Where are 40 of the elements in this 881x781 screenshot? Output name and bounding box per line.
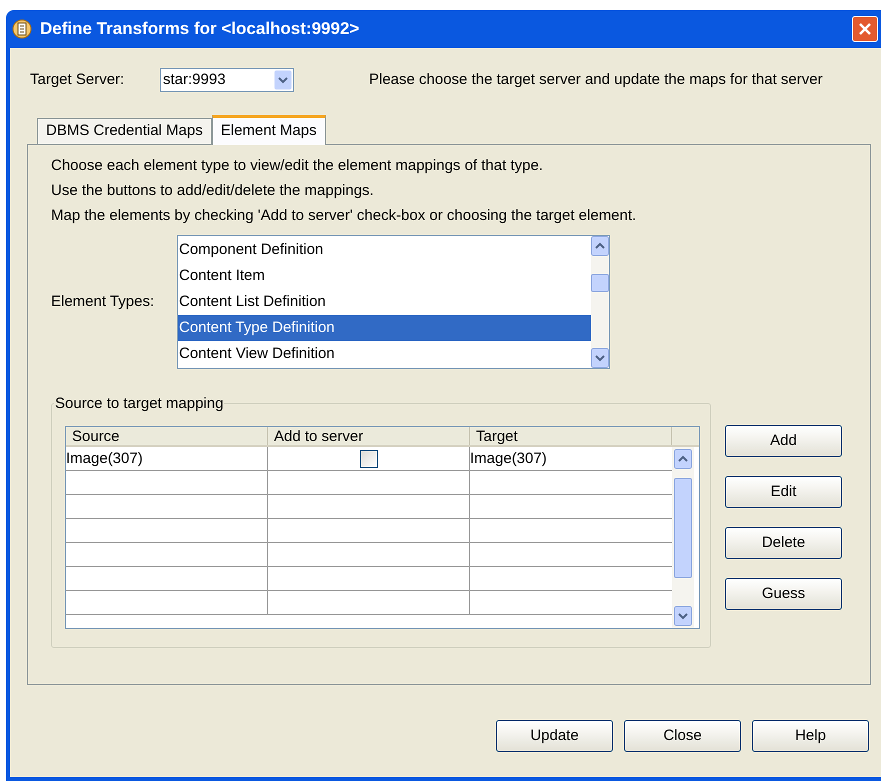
dialog-button[interactable]: Update [496, 720, 613, 752]
column-header[interactable]: Add to server [268, 427, 470, 445]
chevron-down-icon [274, 70, 292, 90]
list-item[interactable]: Component Definition [178, 237, 591, 263]
checkbox[interactable] [360, 450, 378, 468]
window-title: Define Transforms for <localhost:9992> [40, 18, 360, 40]
list-item[interactable]: Content Item [178, 263, 591, 289]
close-icon [858, 22, 872, 36]
instruction-text: Choose each element type to view/edit the element mappings of that type. [51, 156, 544, 176]
column-header[interactable]: Target [470, 427, 672, 445]
chevron-down-icon[interactable] [674, 606, 692, 626]
server-dropdown[interactable]: star:9993 [160, 68, 294, 92]
list-item[interactable]: Content List Definition [178, 289, 591, 315]
dialog-button[interactable]: Edit [725, 476, 842, 508]
tab[interactable]: DBMS Credential Maps [37, 118, 212, 144]
dialog-button[interactable]: Help [752, 720, 869, 752]
chevron-up-icon[interactable] [674, 449, 692, 469]
scrollbar-thumb[interactable] [591, 274, 609, 292]
scrollbar[interactable] [591, 236, 609, 368]
column-header[interactable]: Source [66, 427, 268, 445]
field-label: Element Types: [51, 292, 156, 312]
scrollbar[interactable] [672, 447, 694, 628]
field-label: Target Server: [29, 70, 126, 90]
tab[interactable]: Element Maps [212, 115, 326, 145]
scrollbar-thumb[interactable] [674, 478, 692, 578]
table-cell-text: Image(307) [470, 449, 548, 469]
dialog-button[interactable]: Close [624, 720, 741, 752]
instruction-text: Map the elements by checking 'Add to server' check-box or choosing the target element. [51, 206, 638, 226]
dialog-button[interactable]: Delete [725, 527, 842, 559]
hint-text: Please choose the target server and update the maps for that server [369, 70, 823, 90]
close-button[interactable] [852, 16, 878, 42]
chevron-down-icon[interactable] [591, 348, 609, 368]
list-item[interactable]: Content Type Definition [178, 315, 591, 341]
document-icon [12, 19, 32, 39]
dialog-button[interactable]: Guess [725, 578, 842, 610]
chevron-up-icon[interactable] [591, 236, 609, 256]
dialog-button[interactable]: Add [725, 425, 842, 457]
list-item[interactable]: Content View Definition [178, 341, 591, 367]
instruction-text: Use the buttons to add/edit/delete the mappings. [51, 181, 375, 201]
table-cell: Image(307) [66, 447, 268, 470]
